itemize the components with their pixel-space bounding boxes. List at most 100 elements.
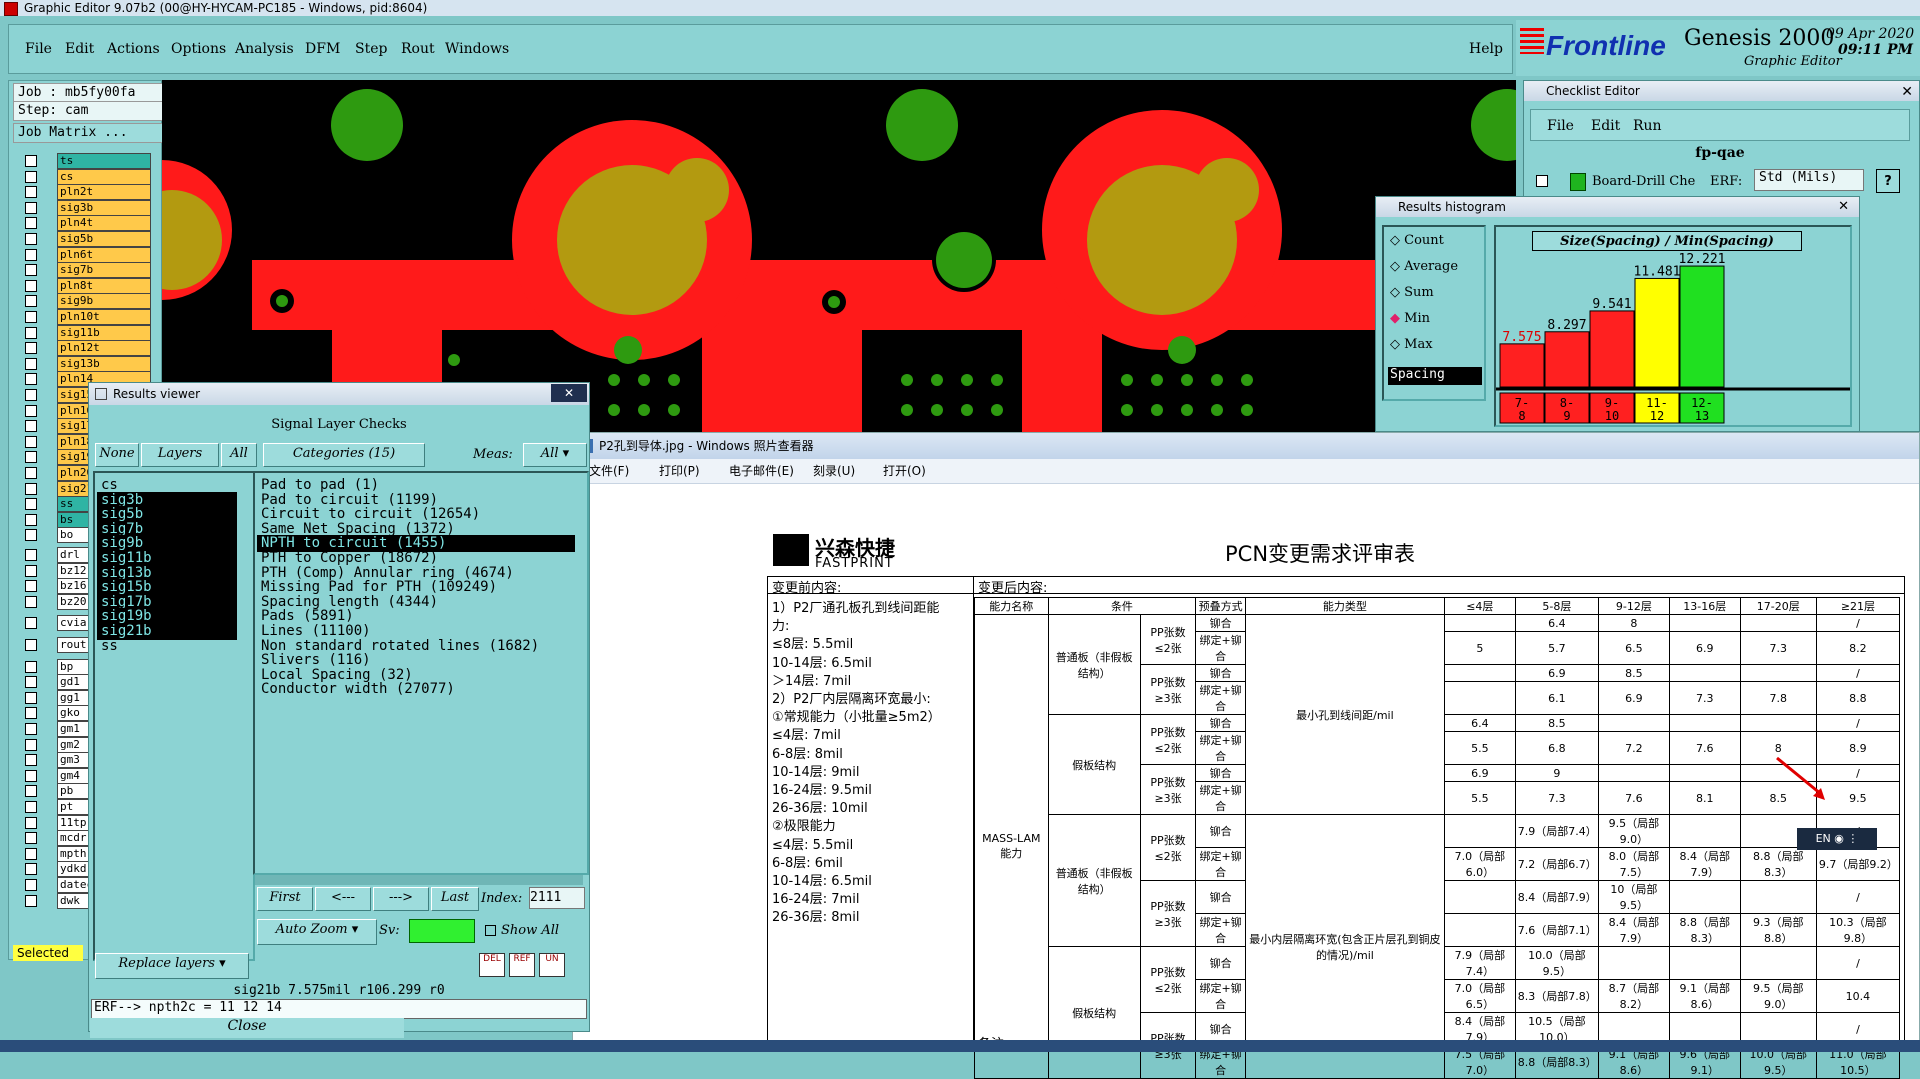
layer-checkbox[interactable] — [25, 435, 37, 448]
del-icon[interactable]: DEL — [479, 953, 505, 977]
layer-checkbox[interactable] — [25, 564, 37, 577]
layer-name[interactable]: pln2t — [57, 184, 151, 201]
layer-name[interactable]: pln6t — [57, 246, 151, 263]
layer-checkbox[interactable] — [25, 549, 37, 561]
layer-checkbox[interactable] — [25, 879, 37, 891]
option-average[interactable]: ◇ Average — [1390, 259, 1458, 274]
option-max[interactable]: ◇ Max — [1390, 337, 1433, 352]
layer-checkbox[interactable] — [25, 404, 37, 417]
layer-checkbox[interactable] — [25, 498, 37, 511]
layer-checkbox[interactable] — [25, 847, 37, 860]
layer-name[interactable]: ts — [57, 153, 151, 169]
layers-button[interactable]: Layers — [141, 443, 219, 467]
histogram-bar[interactable] — [1544, 331, 1590, 388]
histogram-bar[interactable] — [1679, 265, 1725, 388]
pv-menu-open[interactable]: 打开(O) — [883, 459, 926, 483]
layer-checkbox[interactable] — [25, 201, 37, 214]
layer-row[interactable]: sig9b — [17, 293, 157, 310]
layer-checkbox[interactable] — [25, 295, 37, 308]
ref-icon[interactable]: REF — [509, 953, 535, 977]
layer-checkbox[interactable] — [25, 580, 37, 593]
row-checkbox[interactable] — [1536, 175, 1548, 187]
option-min[interactable]: ◆ Min — [1390, 311, 1430, 326]
histogram-bar[interactable] — [1589, 310, 1635, 388]
job-matrix-button[interactable]: Job Matrix ... — [13, 123, 165, 143]
menu-help[interactable]: Help — [1469, 41, 1503, 57]
layer-checkbox[interactable] — [25, 248, 37, 261]
layer-checkbox[interactable] — [25, 617, 37, 630]
close-button-label[interactable]: Close — [90, 1018, 404, 1038]
layer-checkbox[interactable] — [25, 264, 37, 277]
layer-checkbox[interactable] — [25, 326, 37, 339]
layer-checkbox[interactable] — [25, 420, 37, 433]
meas-select[interactable]: All ▾ — [523, 443, 587, 467]
layer-name[interactable]: sig5b — [57, 231, 151, 247]
layer-checkbox[interactable] — [25, 769, 37, 782]
field-select[interactable]: Spacing — [1388, 367, 1482, 385]
layer-checkbox[interactable] — [25, 723, 37, 735]
result-layer-item[interactable]: ss — [97, 638, 237, 655]
menu-windows[interactable]: Windows — [445, 41, 509, 57]
layer-row[interactable]: pln4t — [17, 215, 157, 232]
ime-bar[interactable]: EN ◉ ⋮ — [1797, 828, 1877, 850]
layer-checkbox[interactable] — [25, 467, 37, 479]
unsel-icon[interactable]: UN — [539, 953, 565, 977]
layer-checkbox[interactable] — [25, 754, 37, 767]
layer-checkbox[interactable] — [25, 639, 37, 651]
layer-checkbox[interactable] — [25, 217, 37, 230]
check-category-item[interactable]: Conductor width (27077) — [257, 681, 575, 698]
index-field[interactable]: 2111 — [529, 887, 585, 909]
layer-checkbox[interactable] — [25, 482, 37, 495]
layer-checkbox[interactable] — [25, 707, 37, 720]
layer-row[interactable]: cs — [17, 168, 157, 185]
layer-name[interactable]: pln8t — [57, 277, 151, 294]
next-button[interactable]: ---> — [373, 887, 429, 911]
layer-name[interactable]: sig11b — [57, 324, 151, 341]
layer-checkbox[interactable] — [25, 816, 37, 829]
layer-checkbox[interactable] — [25, 373, 37, 386]
layer-row[interactable]: sig13b — [17, 355, 157, 372]
layer-checkbox[interactable] — [25, 279, 37, 292]
layer-row[interactable]: pln10t — [17, 309, 157, 325]
layer-name[interactable]: pln12t — [57, 340, 151, 357]
close-icon[interactable]: ✕ — [551, 384, 587, 402]
layer-checkbox[interactable] — [25, 529, 37, 542]
layer-row[interactable]: pln12t — [17, 340, 157, 357]
categories-list[interactable]: Pad to pad (1) Pad to circuit (1199) Circu… — [253, 471, 589, 875]
close-icon[interactable]: ✕ — [1838, 197, 1849, 217]
layer-row[interactable]: pln2t — [17, 184, 157, 201]
layer-row[interactable]: sig7b — [17, 262, 157, 279]
show-all-checkbox[interactable] — [485, 925, 496, 936]
layer-row[interactable]: sig5b — [17, 231, 157, 247]
layer-checkbox[interactable] — [25, 311, 37, 323]
checklist-menu-edit[interactable]: Edit — [1591, 118, 1620, 134]
histogram-bar[interactable] — [1634, 277, 1680, 388]
option-sum[interactable]: ◇ Sum — [1390, 285, 1434, 300]
layer-checkbox[interactable] — [25, 155, 37, 167]
layer-checkbox[interactable] — [25, 595, 37, 608]
checklist-menu-run[interactable]: Run — [1633, 118, 1662, 134]
menu-options[interactable]: Options — [171, 41, 226, 57]
layer-checkbox[interactable] — [25, 676, 37, 689]
menu-rout[interactable]: Rout — [401, 41, 435, 57]
layer-checkbox[interactable] — [25, 186, 37, 199]
layer-name[interactable]: sig9b — [57, 293, 151, 310]
close-icon[interactable]: ✕ — [1901, 82, 1913, 102]
auto-zoom-button[interactable]: Auto Zoom ▾ — [257, 919, 377, 945]
menu-dfm[interactable]: DFM — [305, 41, 340, 57]
categories-button[interactable]: Categories (15) — [263, 443, 425, 467]
menu-file[interactable]: File — [25, 41, 52, 57]
layer-name[interactable]: pln10t — [57, 309, 151, 325]
layer-name[interactable]: cs — [57, 168, 151, 185]
layer-checkbox[interactable] — [25, 170, 37, 183]
pv-menu-burn[interactable]: 刻录(U) — [813, 459, 855, 483]
prev-button[interactable]: <--- — [315, 887, 371, 911]
none-button[interactable]: None — [95, 443, 139, 467]
layer-checkbox[interactable] — [25, 863, 37, 876]
layer-name[interactable]: sig7b — [57, 262, 151, 279]
menu-actions[interactable]: Actions — [107, 41, 160, 57]
help-icon[interactable]: ? — [1876, 169, 1900, 193]
layer-row[interactable]: pln6t — [17, 246, 157, 263]
replace-layers-button[interactable]: Replace layers ▾ — [95, 953, 249, 979]
layer-checkbox[interactable] — [25, 691, 37, 704]
